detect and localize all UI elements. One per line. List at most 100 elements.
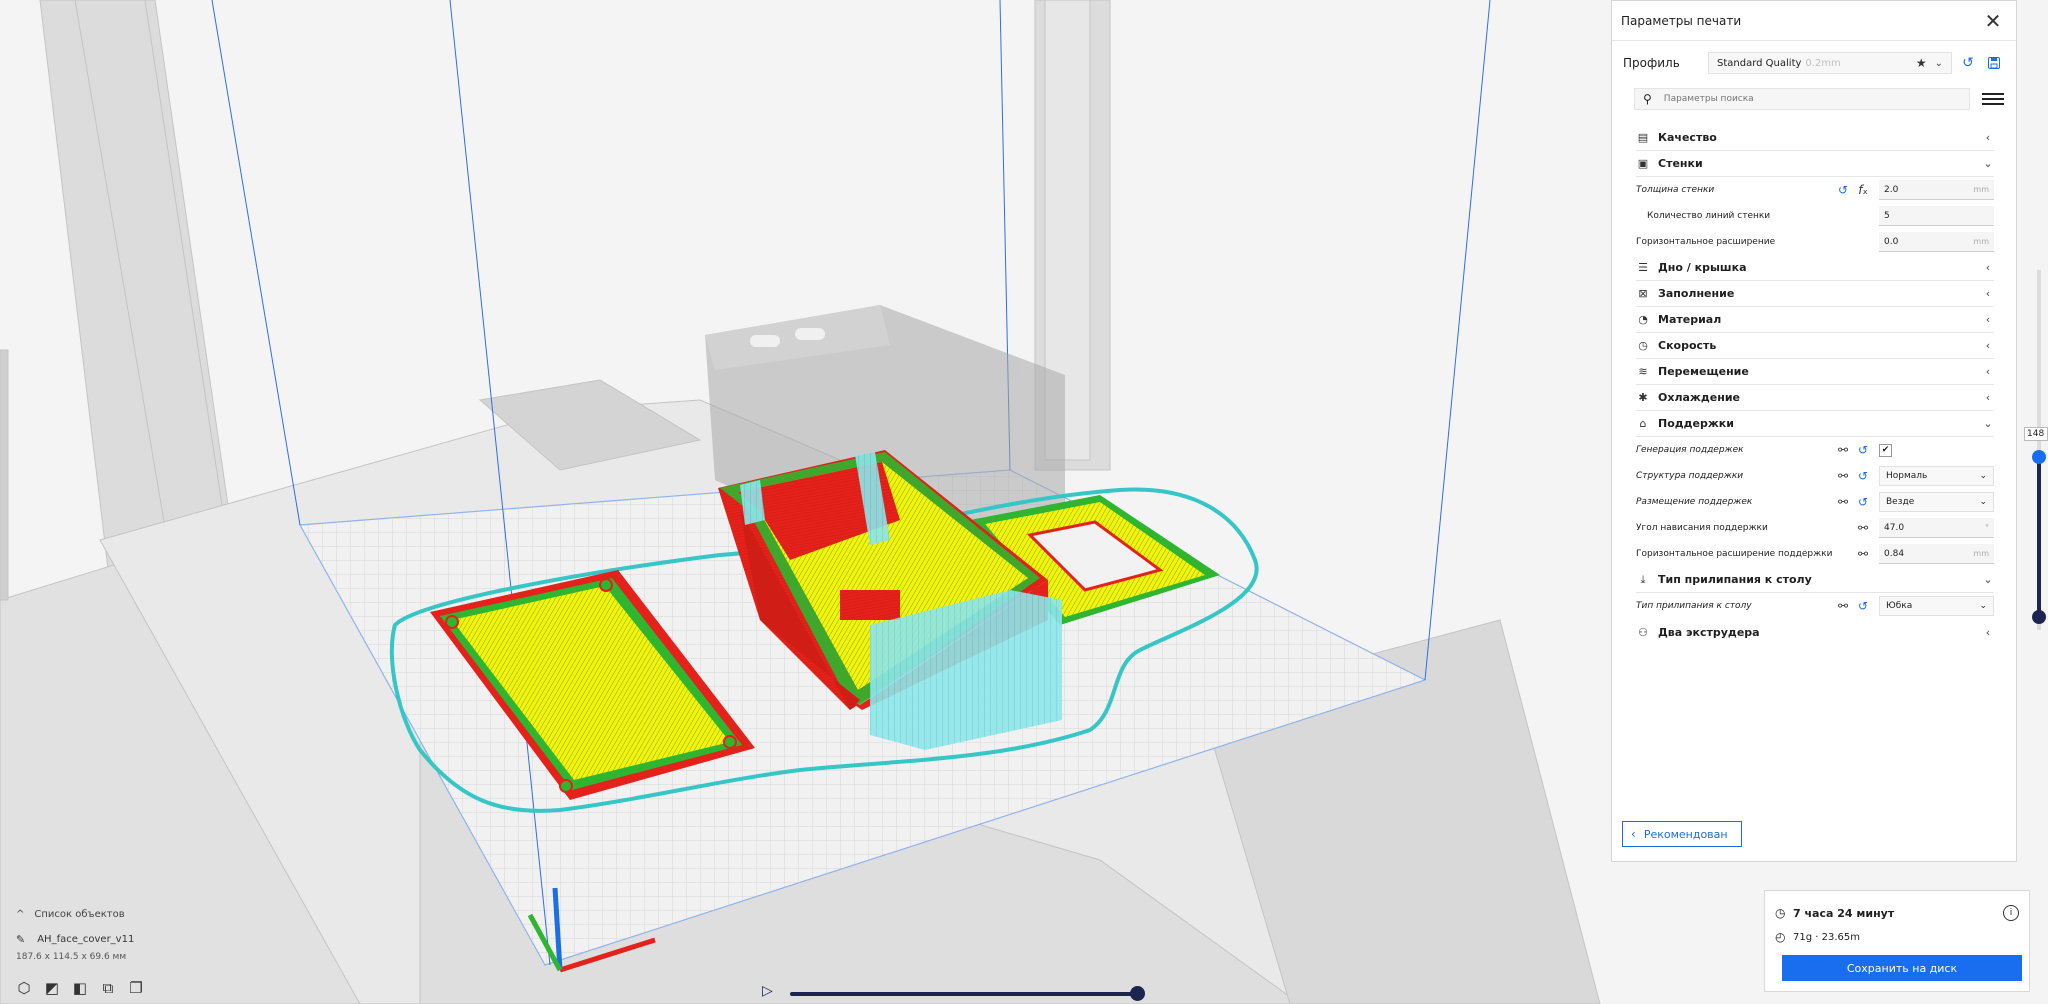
search-input[interactable]: [1663, 94, 1961, 104]
category-speed[interactable]: ◷ Скорость ‹: [1636, 333, 1994, 359]
play-icon[interactable]: ▷: [762, 983, 773, 999]
infill-icon: ⊠: [1638, 287, 1648, 300]
category-dual-extrusion[interactable]: ⚇ Два экструдера ‹: [1636, 619, 1994, 645]
support-hexp-field[interactable]: 0.84 mm: [1879, 544, 1994, 564]
support-structure-select[interactable]: Нормаль ⌄: [1879, 466, 1994, 486]
support-generate-checkbox[interactable]: ✔: [1879, 443, 1892, 457]
link-icon[interactable]: ⚯: [1833, 466, 1853, 486]
category-label: Скорость: [1658, 339, 1717, 352]
material-icon: ◔: [1638, 313, 1648, 326]
reset-icon[interactable]: ↺: [1853, 440, 1873, 460]
profile-row: Профиль Standard Quality 0.2mm ★ ⌄ ↺: [1612, 45, 2016, 81]
category-adhesion[interactable]: ⤓ Тип прилипания к столу ⌄: [1636, 567, 1994, 593]
link-icon[interactable]: ⚯: [1833, 596, 1853, 616]
setting-horizontal-expansion: Горизонтальное расширение 0.0 mm: [1636, 229, 1994, 255]
chevron-left-icon: ‹: [1631, 827, 1636, 841]
object-dimensions: 187.6 x 114.5 x 69.6 мм: [16, 952, 127, 962]
travel-icon: ≋: [1638, 365, 1648, 378]
setting-adhesion-type: Тип прилипания к столу ⚯ ↺ Юбка ⌄: [1636, 593, 1994, 619]
object-name-row[interactable]: ✎ AH_face_cover_v11: [16, 928, 276, 950]
object-name: AH_face_cover_v11: [37, 933, 135, 945]
object-list-title: Список объектов: [34, 908, 125, 920]
playback-track[interactable]: [790, 992, 1136, 996]
category-label: Перемещение: [1658, 365, 1749, 378]
object-list-toggle[interactable]: ^ Список объектов: [16, 904, 276, 924]
save-icon[interactable]: [1984, 53, 2004, 73]
setting-support-angle: Угол нависания поддержки ⚯ 47.0 °: [1636, 515, 1994, 541]
material-row: ◴ 71g · 23.65m: [1765, 925, 2029, 949]
view-left-icon[interactable]: ⧉: [98, 978, 118, 998]
field-unit: mm: [1973, 185, 1989, 194]
support-icon: ⌂: [1639, 417, 1647, 430]
wall-line-count-field[interactable]: 5: [1879, 206, 1994, 226]
category-travel[interactable]: ≋ Перемещение ‹: [1636, 359, 1994, 385]
link-icon[interactable]: ⚯: [1833, 492, 1853, 512]
category-label: Дно / крышка: [1658, 261, 1747, 274]
adhesion-type-select[interactable]: Юбка ⌄: [1879, 596, 1994, 616]
reset-icon[interactable]: ↺: [1853, 492, 1873, 512]
category-material[interactable]: ◔ Материал ‹: [1636, 307, 1994, 333]
info-icon[interactable]: i: [2003, 905, 2019, 921]
support-angle-field[interactable]: 47.0 °: [1879, 518, 1994, 538]
setting-label: Тип прилипания к столу: [1636, 601, 1752, 611]
view-right-icon[interactable]: ❐: [126, 978, 146, 998]
close-icon[interactable]: ✕: [1982, 9, 2004, 33]
chevron-down-icon: ⌄: [1979, 601, 1987, 611]
field-unit: mm: [1973, 549, 1989, 558]
profile-layer-height: 0.2mm: [1805, 57, 1841, 69]
category-cooling[interactable]: ✱ Охлаждение ‹: [1636, 385, 1994, 411]
layer-slider[interactable]: 148: [2024, 270, 2048, 630]
reset-icon[interactable]: ↺: [1853, 596, 1873, 616]
link-icon[interactable]: ⚯: [1853, 544, 1873, 564]
category-topbottom[interactable]: ☰ Дно / крышка ‹: [1636, 255, 1994, 281]
recommended-button[interactable]: ‹ Рекомендован: [1622, 821, 1742, 847]
chevron-down-icon: ⌄: [1983, 417, 1993, 430]
setting-label: Угол нависания поддержки: [1636, 523, 1768, 533]
horizontal-expansion-field[interactable]: 0.0 mm: [1879, 232, 1994, 252]
category-label: Поддержки: [1658, 417, 1734, 430]
chevron-left-icon: ‹: [1985, 391, 1991, 404]
reset-icon[interactable]: ↺: [1958, 53, 1978, 73]
category-support[interactable]: ⌂ Поддержки ⌄: [1636, 411, 1994, 437]
category-label: Материал: [1658, 313, 1722, 326]
category-quality[interactable]: ▤ Качество ‹: [1636, 125, 1994, 151]
profile-select[interactable]: Standard Quality 0.2mm ★ ⌄: [1708, 52, 1952, 74]
adhesion-icon: ⤓: [1640, 572, 1646, 586]
category-infill[interactable]: ⊠ Заполнение ‹: [1636, 281, 1994, 307]
view-front-icon[interactable]: ◩: [42, 978, 62, 998]
setting-support-structure: Структура поддержки ⚯ ↺ Нормаль ⌄: [1636, 463, 1994, 489]
category-label: Тип прилипания к столу: [1658, 573, 1812, 586]
view-top-icon[interactable]: ◧: [70, 978, 90, 998]
chevron-down-icon: ⌄: [1983, 157, 1993, 170]
link-icon[interactable]: ⚯: [1833, 440, 1853, 460]
field-unit: mm: [1973, 237, 1989, 246]
view-3d-icon[interactable]: ⬡: [14, 978, 34, 998]
save-to-disk-button[interactable]: Сохранить на диск: [1782, 955, 2022, 981]
layer-value[interactable]: 148: [2024, 427, 2048, 441]
playback-handle[interactable]: [1130, 986, 1145, 1001]
search-box[interactable]: ⚲: [1634, 88, 1970, 110]
print-time: 7 часа 24 минут: [1793, 906, 1895, 920]
formula-icon[interactable]: fₓ: [1853, 180, 1873, 200]
link-icon[interactable]: ⚯: [1853, 518, 1873, 538]
settings-list: ▤ Качество ‹ ▣ Стенки ⌄ Толщина стенки ↺…: [1612, 125, 2016, 645]
menu-icon[interactable]: [1982, 93, 2004, 105]
reset-icon[interactable]: ↺: [1853, 466, 1873, 486]
print-time-row: ◷ 7 часа 24 минут i: [1765, 901, 2029, 925]
reset-icon[interactable]: ↺: [1833, 180, 1853, 200]
setting-support-generate: Генерация поддержек ⚯ ↺ ✔: [1636, 437, 1994, 463]
layer-bottom-handle[interactable]: [2032, 610, 2046, 624]
chevron-up-icon: ^: [16, 908, 25, 920]
support-placement-select[interactable]: Везде ⌄: [1879, 492, 1994, 512]
field-value: 47.0: [1884, 522, 1905, 533]
category-walls[interactable]: ▣ Стенки ⌄: [1636, 151, 1994, 177]
select-value: Везде: [1886, 497, 1915, 507]
category-label: Охлаждение: [1658, 391, 1740, 404]
clock-icon: ◷: [1775, 906, 1786, 920]
star-icon[interactable]: ★: [1916, 56, 1927, 70]
simulation-playback: ▷: [760, 983, 1150, 1003]
wall-thickness-field[interactable]: 2.0 mm: [1879, 180, 1994, 200]
panel-title: Параметры печати: [1621, 13, 1742, 28]
topbottom-icon: ☰: [1638, 261, 1648, 274]
layer-top-handle[interactable]: [2032, 450, 2046, 464]
